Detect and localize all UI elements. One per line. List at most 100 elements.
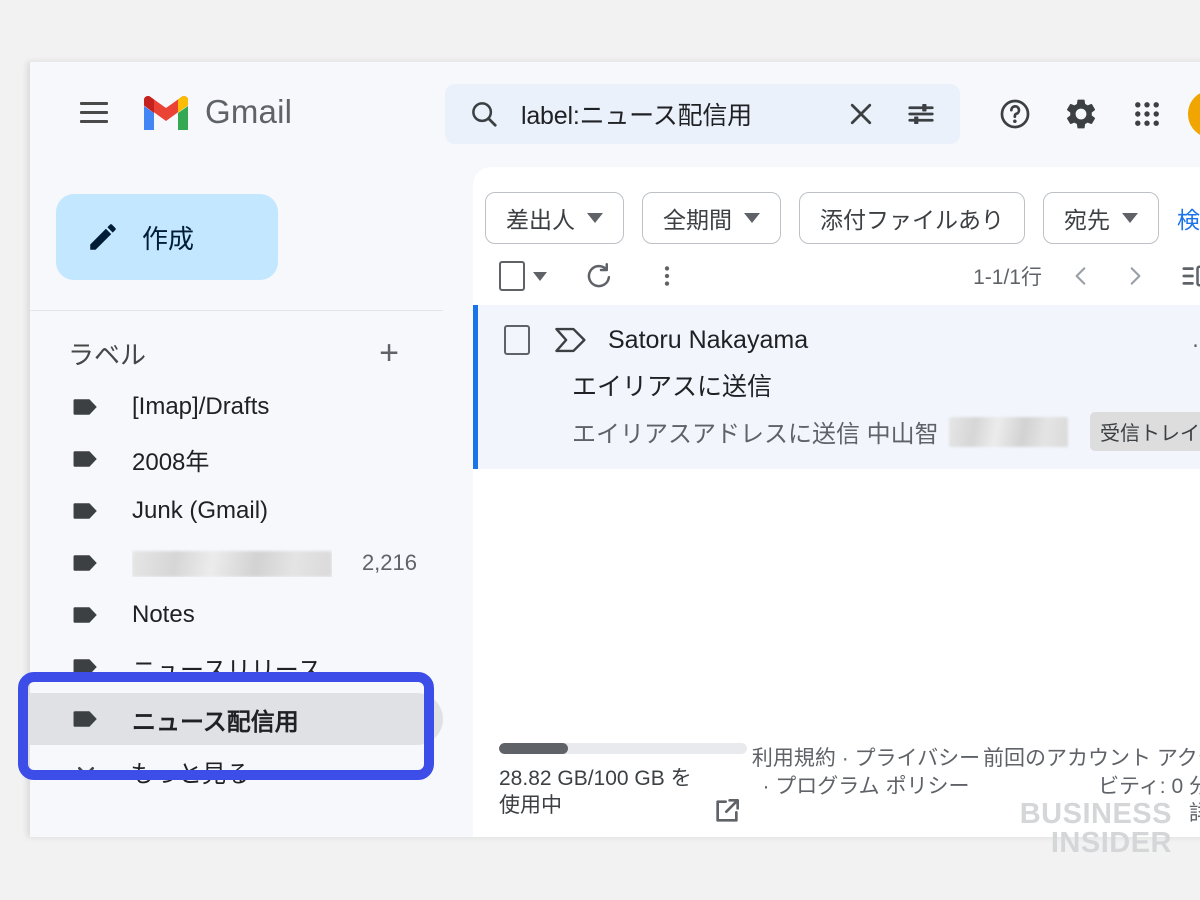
previous-page-button[interactable] [1060,255,1102,297]
sidebar-label-name [132,549,332,577]
gmail-brand[interactable]: Gmail [140,92,292,132]
caret-down-icon [1122,213,1138,223]
storage-text: 28.82 GB/100 GB を使用中 [499,767,692,817]
email-checkbox[interactable] [504,325,530,355]
labels-section-header: ラベル + [30,311,443,381]
filter-chip[interactable]: 全期間 [642,192,781,244]
pencil-icon [90,224,116,250]
caret-down-icon [744,213,760,223]
select-all-control[interactable] [499,261,547,291]
advanced-search-link[interactable]: 検索 [1177,201,1200,235]
panel-footer: 28.82 GB/100 GB を使用中 利用規約 · プライバシー · プログ… [473,727,1200,837]
label-tag-icon [73,399,97,415]
filter-chip-label: 差出人 [506,207,575,233]
screenshot-root: Gmail label:ニュース配信用 作成 ラベル + [Imap]/Draf… [0,0,1200,900]
label-tag-icon [73,659,97,675]
search-options-icon [908,104,934,124]
google-apps-button[interactable] [1120,87,1174,141]
external-link-icon[interactable] [711,795,743,827]
sidebar-label-name: Notes [132,601,195,628]
sidebar-label-item[interactable]: Junk (Gmail) [30,485,443,537]
email-snippet: エイリアスアドレスに送信 中山智 [572,421,939,448]
close-x-icon [850,103,872,125]
activity-line-3[interactable]: 詳 [983,800,1200,828]
last-account-activity: 前回のアカウント アクティ ビティ: 0 分 詳 [983,743,1200,828]
redacted-label-block [132,550,332,577]
label-tag-icon [73,711,97,727]
search-options-button[interactable] [900,93,942,135]
refresh-button[interactable] [577,254,621,298]
split-pane-toggle-button[interactable] [1174,255,1200,297]
user-avatar[interactable] [1186,88,1200,140]
filter-chip[interactable]: 宛先 [1043,192,1159,244]
list-toolbar: 1-1/1行 [473,247,1200,305]
storage-progress-fill [499,743,569,754]
next-page-button[interactable] [1114,255,1156,297]
email-subject: エイリアスに送信 [572,373,773,401]
hamburger-menu-icon[interactable] [70,88,118,136]
important-marker-icon[interactable] [554,326,588,354]
activity-line-1: 前回のアカウント アクティ [983,747,1200,770]
sidebar-label-count: 2,216 [361,550,417,575]
mail-list-panel: 差出人 全期間 添付ファイルあり 宛先 検索 [473,167,1200,837]
gmail-logo-icon [144,96,188,130]
label-tag-icon [73,451,97,467]
settings-button[interactable] [1054,87,1108,141]
chevron-right-icon [1130,267,1141,285]
sidebar-label-name: ニュースリリース [132,656,322,684]
labels-title: ラベル [68,339,147,370]
storage-progress-bar [499,743,747,754]
search-bar[interactable]: label:ニュース配信用 [445,84,960,144]
search-filter-chips: 差出人 全期間 添付ファイルあり 宛先 検索 [473,167,1200,247]
email-list-row[interactable]: Satoru Nakayama ‥ エイリアスに送信 エイリアスアドレスに送信 … [473,305,1200,469]
header-actions [988,84,1200,144]
sidebar-label-item[interactable]: 2008年 [30,433,443,485]
email-sender: Satoru Nakayama [608,325,809,354]
more-labels-button[interactable]: もっと見る [30,745,443,797]
refresh-icon [587,263,611,288]
compose-label: 作成 [142,223,195,254]
checkbox-icon[interactable] [499,261,525,291]
gmail-app-window: Gmail label:ニュース配信用 作成 ラベル + [Imap]/Draf… [30,62,1200,837]
help-button[interactable] [988,87,1042,141]
plus-icon[interactable]: + [369,333,409,373]
clear-search-button[interactable] [840,93,882,135]
more-options-button[interactable] [645,254,689,298]
email-row-line-snippet: エイリアスアドレスに送信 中山智 受信トレイ [478,412,1200,451]
gear-icon [1067,99,1096,129]
search-icon [472,102,497,127]
sidebar-label-name: Junk (Gmail) [132,497,269,524]
filter-chip[interactable]: 添付ファイルあり [799,192,1025,244]
terms-links[interactable]: 利用規約 · プライバシー · プログラム ポリシー [749,743,983,800]
split-pane-toggle-icon [1182,265,1200,287]
pagination-count: 1-1/1行 [973,266,1042,289]
more-labels-label: もっと見る [130,760,250,788]
filter-chip[interactable]: 差出人 [485,192,624,244]
caret-down-icon[interactable] [533,271,547,281]
sidebar-label-item[interactable]: 2,216 [30,537,443,589]
caret-down-icon [587,213,603,223]
email-date: ‥ [1192,328,1200,353]
sidebar-label-item[interactable]: ニュースリリース [30,641,443,693]
apps-grid-icon [1135,102,1159,126]
filter-chip-label: 全期間 [663,207,732,233]
sidebar-label-name: ニュース配信用 [132,708,299,736]
storage-section: 28.82 GB/100 GB を使用中 [473,743,749,822]
activity-line-2: ビティ: 0 分 [1098,774,1200,798]
sidebar-label-item[interactable]: ニュース配信用 [30,693,443,745]
sidebar-label-item[interactable]: [Imap]/Drafts [30,381,443,433]
app-header: Gmail label:ニュース配信用 [30,62,1200,162]
more-vertical-icon [664,266,670,286]
label-tag-icon [73,503,97,519]
search-input[interactable]: label:ニュース配信用 [521,96,840,132]
help-circle-icon [1000,99,1030,129]
email-label-chip[interactable]: 受信トレイ [1090,412,1200,451]
email-row-line-sender: Satoru Nakayama ‥ [478,321,1200,359]
label-tag-icon [73,607,97,623]
chevron-left-icon [1075,267,1086,285]
sidebar-label-item[interactable]: Notes [30,589,443,641]
sidebar-label-name: [Imap]/Drafts [132,393,270,420]
compose-button[interactable]: 作成 [56,194,278,280]
filter-chip-label: 添付ファイルあり [820,207,1004,233]
redacted-snippet-block [948,416,1068,447]
